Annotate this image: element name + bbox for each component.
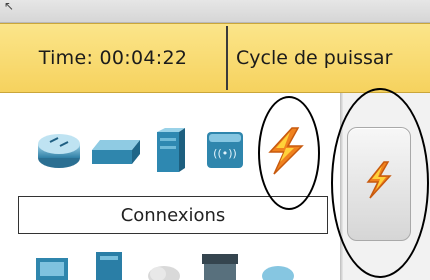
wireless-device-icon[interactable]: ((•)) — [205, 130, 247, 170]
time-display: Time: 00:04:22 — [38, 47, 188, 69]
category-label: Connexions — [18, 196, 328, 234]
switch-icon[interactable] — [90, 138, 142, 166]
status-bar: Time: 00:04:22 Cycle de puissar — [0, 23, 430, 93]
top-strip: ↖ — [0, 0, 430, 23]
automatic-connection-icon — [366, 161, 392, 199]
lightning-connections-icon[interactable] — [264, 126, 308, 176]
router-icon[interactable] — [36, 130, 82, 170]
status-separator — [226, 26, 228, 90]
device-type-panel — [0, 93, 340, 280]
pc-icon[interactable] — [34, 254, 76, 280]
server-icon[interactable] — [92, 250, 128, 280]
arrow-icon: ↖ — [4, 0, 15, 13]
wan-icon[interactable] — [260, 262, 296, 280]
hub-icon[interactable] — [155, 128, 187, 174]
power-cycle-button[interactable]: Cycle de puissar — [236, 24, 392, 92]
printer-icon[interactable] — [200, 252, 240, 280]
svg-text:((•)): ((•)) — [213, 147, 237, 160]
cloud-icon[interactable] — [146, 262, 182, 280]
